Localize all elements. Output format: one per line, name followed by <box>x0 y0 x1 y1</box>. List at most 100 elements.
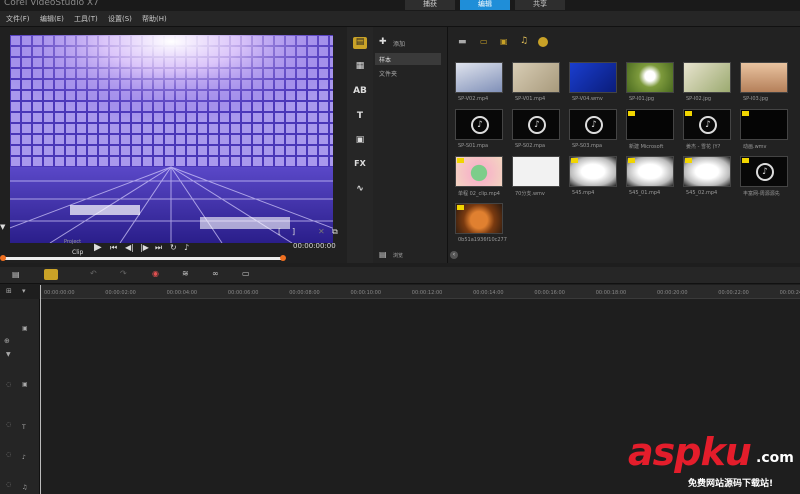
menu-edit[interactable]: 编辑(E) <box>40 14 64 24</box>
menu-tools[interactable]: 工具(T) <box>74 14 98 24</box>
clip-mode-label[interactable]: Clip <box>72 249 83 256</box>
storyboard-view-icon[interactable]: ▤ <box>12 270 20 279</box>
overlay-visibility-icon[interactable]: ◌ <box>6 381 11 388</box>
media-thumbnail[interactable]: ♪ <box>683 109 731 140</box>
tab-edit[interactable]: 编辑 <box>460 0 510 10</box>
undo-icon[interactable]: ↶ <box>90 269 97 278</box>
track-headers: ▣ ⊕ ▼ ◌ ▣ ◌ T ◌ ♪ ◌ ♫ <box>0 299 40 494</box>
subtitle-editor-icon[interactable]: ▭ <box>242 269 250 278</box>
next-frame-icon[interactable]: |▶ <box>140 243 149 252</box>
media-thumbnail[interactable]: ♪ <box>569 109 617 140</box>
split-clip-icon[interactable]: ✕ <box>318 227 325 236</box>
voice-visibility-icon[interactable]: ◌ <box>6 451 11 458</box>
menu-help[interactable]: 帮助(H) <box>142 14 167 24</box>
menu-settings[interactable]: 设置(S) <box>108 14 132 24</box>
media-thumbnail[interactable] <box>683 156 731 187</box>
track-manager-icon[interactable]: ⊞ <box>6 287 12 295</box>
media-thumbnail[interactable] <box>455 203 503 234</box>
media-icon[interactable]: ▤ <box>353 37 367 49</box>
browse-icon[interactable]: ▤ <box>379 250 387 259</box>
media-thumbnail[interactable] <box>626 62 674 93</box>
trim-handle-start[interactable] <box>0 255 6 261</box>
title-visibility-icon[interactable]: ◌ <box>6 421 11 428</box>
title-track-icon[interactable]: T <box>22 424 36 434</box>
playhead-handle[interactable] <box>280 255 286 261</box>
ruler-tick-label: 00:00:22:00 <box>718 290 749 296</box>
ripple-edit-icon[interactable]: ⊕ <box>4 337 10 345</box>
path-icon[interactable]: ∿ <box>353 184 367 196</box>
browse-label[interactable]: 浏览 <box>393 252 403 259</box>
media-thumbnail[interactable] <box>740 109 788 140</box>
auto-music-icon[interactable]: ∞ <box>212 269 219 278</box>
timeline-view-icon[interactable] <box>44 269 58 280</box>
expand-icon[interactable]: ▼ <box>6 351 11 358</box>
music-visibility-icon[interactable]: ◌ <box>6 481 11 488</box>
instant-project-icon[interactable]: ▦ <box>353 61 367 73</box>
folder-custom[interactable]: 文件夹 <box>375 67 441 79</box>
timeline-ruler[interactable]: 00:00:00:00 00:00:02:00 00:00:04:00 00:00:0… <box>40 285 800 299</box>
photo-filter-icon[interactable]: ▣ <box>500 37 508 46</box>
music-track-icon[interactable]: ♫ <box>22 484 36 494</box>
media-filename: 545.mp4 <box>572 190 595 196</box>
volume-icon[interactable]: ♪ <box>184 243 189 252</box>
title-icon[interactable]: T <box>353 111 367 123</box>
media-thumbnail[interactable]: ♪ <box>512 109 560 140</box>
redo-icon[interactable]: ↷ <box>120 269 127 278</box>
media-thumbnail[interactable] <box>626 109 674 140</box>
folder-custom-label: 文件夹 <box>379 71 398 78</box>
add-chapter-icon[interactable]: ▾ <box>22 287 26 295</box>
media-filename: 545_02.mp4 <box>686 190 718 196</box>
filter-icon[interactable]: FX <box>353 159 367 171</box>
project-mode-label[interactable]: Project <box>64 239 81 245</box>
media-thumbnail[interactable] <box>569 62 617 93</box>
playhead-line[interactable] <box>40 285 41 494</box>
add-folder-label[interactable]: 添加 <box>393 39 405 48</box>
media-thumbnail[interactable] <box>512 62 560 93</box>
tab-capture[interactable]: 捕获 <box>405 0 455 10</box>
scroll-left-icon[interactable]: ‹ <box>450 251 458 259</box>
trim-start-marker[interactable]: ▼ <box>0 223 8 231</box>
media-thumbnail[interactable]: ♪ <box>740 156 788 187</box>
voice-track-icon[interactable]: ♪ <box>22 454 36 464</box>
mushroom-icon[interactable] <box>538 37 548 47</box>
home-icon[interactable]: ⏮ <box>110 243 117 253</box>
overlay-track-icon[interactable]: ▣ <box>22 381 36 391</box>
video-track-icon[interactable]: ▣ <box>22 325 36 335</box>
end-icon[interactable]: ⏭ <box>155 243 162 253</box>
mark-out-icon[interactable]: ] <box>292 227 295 236</box>
media-thumbnail[interactable] <box>512 156 560 187</box>
enlarge-icon[interactable]: ⧉ <box>332 227 338 237</box>
media-thumbnail[interactable] <box>455 62 503 93</box>
audio-filter-icon[interactable]: ♫ <box>520 36 528 46</box>
repeat-icon[interactable]: ↻ <box>170 243 177 252</box>
video-filter-icon[interactable]: ▭ <box>480 37 488 46</box>
play-icon[interactable]: ▶ <box>94 242 102 253</box>
sound-mixer-icon[interactable]: ≋ <box>182 269 189 278</box>
media-thumbnail[interactable] <box>626 156 674 187</box>
folder-sample-label: 样本 <box>379 57 392 64</box>
library-category-bar: ▤ ▦ AB T ▣ FX ∿ <box>347 27 373 263</box>
folder-icon[interactable]: ▬ <box>458 37 467 47</box>
audio-file-icon: ♪ <box>585 116 603 134</box>
audio-file-icon: ♪ <box>699 116 717 134</box>
media-filename: 动画.wmv <box>743 144 767 150</box>
transition-icon[interactable]: AB <box>353 86 367 98</box>
menu-file[interactable]: 文件(F) <box>6 14 30 24</box>
ruler-tick-label: 00:00:02:00 <box>105 290 136 296</box>
graphic-icon[interactable]: ▣ <box>353 135 367 147</box>
scrub-bar[interactable] <box>2 257 284 260</box>
media-filename: 新建 Microsoft <box>629 144 664 150</box>
timecode-display[interactable]: 00:00:00:00 <box>293 242 336 250</box>
mark-in-icon[interactable]: [ <box>278 227 281 236</box>
previous-frame-icon[interactable]: ◀| <box>125 243 134 252</box>
media-thumbnail[interactable] <box>569 156 617 187</box>
media-thumbnail[interactable] <box>740 62 788 93</box>
folder-sample[interactable]: 样本 <box>375 53 441 65</box>
media-thumbnail[interactable] <box>455 156 503 187</box>
media-thumbnail[interactable] <box>683 62 731 93</box>
ruler-tick-label: 00:00:16:00 <box>534 290 565 296</box>
tab-share[interactable]: 共享 <box>515 0 565 10</box>
record-capture-icon[interactable]: ◉ <box>152 269 159 278</box>
add-icon[interactable]: ✚ <box>379 37 387 47</box>
media-thumbnail[interactable]: ♪ <box>455 109 503 140</box>
